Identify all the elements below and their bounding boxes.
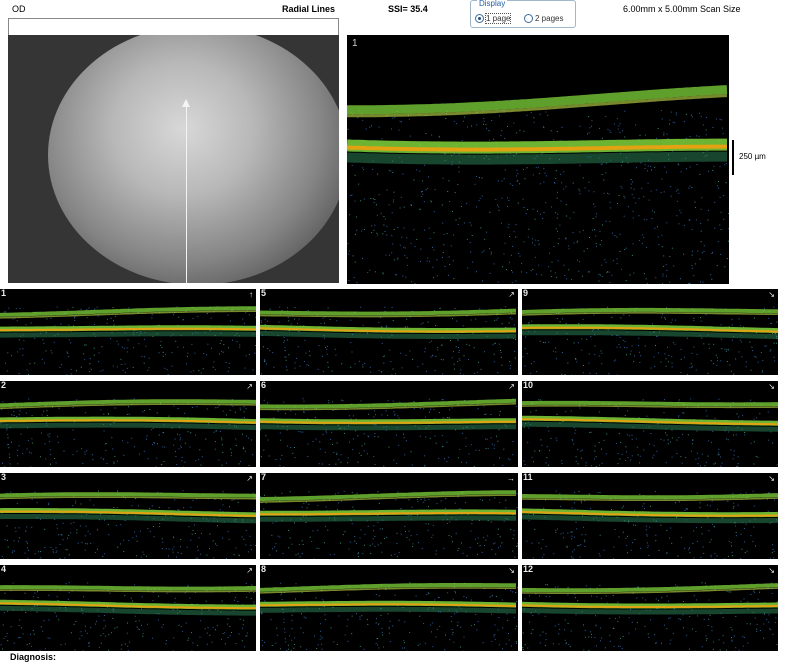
ssi-value: SSI= 35.4 xyxy=(388,4,428,14)
bscan-tile-number: 12 xyxy=(523,565,533,574)
bscan-tile-number: 4 xyxy=(1,565,6,574)
bscan-tile-number: 8 xyxy=(261,565,266,574)
bscan-tile-number: 7 xyxy=(261,473,266,482)
arrow-down-right-icon: ↘ xyxy=(508,566,515,575)
bscan-tile-11[interactable]: 11 ↘ xyxy=(522,473,778,559)
bscan-tile-number: 9 xyxy=(523,289,528,298)
bscan-tile-image xyxy=(260,289,518,375)
arrow-down-right-icon: ↘ xyxy=(768,290,775,299)
main-bscan[interactable]: 1 xyxy=(347,35,729,284)
bscan-tile-8[interactable]: 8↘ xyxy=(260,565,518,651)
bscan-tile-number: 1 xyxy=(1,289,6,298)
arrow-up-right-icon: ↗ xyxy=(508,290,515,299)
bscan-tile-image xyxy=(260,473,518,559)
bscan-tile-image xyxy=(522,381,778,467)
bscan-tile-image xyxy=(0,381,256,467)
bscan-tile-number: 5 xyxy=(261,289,266,298)
main-bscan-number: 1 xyxy=(352,38,358,49)
bscan-tile-number: 3 xyxy=(1,473,6,482)
bscan-tile-12[interactable]: 12 ↘ xyxy=(522,565,778,651)
bscan-tile-2[interactable]: 2↗ xyxy=(0,381,256,467)
bscan-tile-number: 6 xyxy=(261,381,266,390)
arrow-up-right-icon: ↗ xyxy=(246,382,253,391)
scan-direction-arrow-icon xyxy=(182,99,190,107)
arrow-down-right-icon: ↘ xyxy=(768,474,775,483)
bscan-tile-image xyxy=(0,289,256,375)
arrow-up-icon: ↑ xyxy=(249,290,253,299)
bscan-tile-6[interactable]: 6↗ xyxy=(260,381,518,467)
bscan-tile-1[interactable]: 1↑ xyxy=(0,289,256,375)
bscan-tile-image xyxy=(260,381,518,467)
fundus-image xyxy=(8,35,339,283)
arrow-down-right-icon: ↘ xyxy=(768,566,775,575)
bscan-tile-number: 11 xyxy=(523,473,533,482)
bscan-tile-10[interactable]: 10 ↘ xyxy=(522,381,778,467)
bscan-tile-number: 2 xyxy=(1,381,6,390)
bscan-tile-image xyxy=(522,473,778,559)
arrow-up-right-icon: ↗ xyxy=(246,566,253,575)
bscan-tile-image xyxy=(0,473,256,559)
radio-2-pages[interactable] xyxy=(524,14,533,23)
bscan-tile-image xyxy=(260,565,518,651)
scale-bar xyxy=(732,140,734,175)
bscan-tile-image xyxy=(522,289,778,375)
bscan-tile-7[interactable]: 7→ xyxy=(260,473,518,559)
bscan-tile-image xyxy=(522,565,778,651)
bscan-tile-4[interactable]: 4↗ xyxy=(0,565,256,651)
display-group: Display 1 page 2 pages xyxy=(470,0,576,28)
bscan-tile-3[interactable]: 3↗ xyxy=(0,473,256,559)
scan-size-label: 6.00mm x 5.00mm Scan Size xyxy=(623,4,741,14)
bscan-tile-number: 10 xyxy=(523,381,533,390)
bscan-tile-5[interactable]: 5↗ xyxy=(260,289,518,375)
diagnosis-label: Diagnosis: xyxy=(10,652,56,662)
arrow-up-right-icon: ↗ xyxy=(246,474,253,483)
radio-2-pages-label[interactable]: 2 pages xyxy=(535,14,563,23)
arrow-up-right-icon: ↗ xyxy=(508,382,515,391)
radio-1-page-label[interactable]: 1 page xyxy=(486,14,510,23)
scale-label: 250 µm xyxy=(739,152,766,161)
display-legend: Display xyxy=(477,0,507,8)
bscan-tile-9[interactable]: 9↘ xyxy=(522,289,778,375)
bscan-tile-image xyxy=(0,565,256,651)
protocol-title: Radial Lines xyxy=(282,4,335,14)
radio-1-page[interactable] xyxy=(475,14,484,23)
main-bscan-image xyxy=(347,35,729,284)
eye-label: OD xyxy=(12,4,26,14)
arrow-down-right-icon: ↘ xyxy=(768,382,775,391)
fundus-illumination xyxy=(48,35,339,283)
scan-line-indicator[interactable] xyxy=(186,105,187,283)
arrow-right-icon: → xyxy=(507,474,515,483)
fundus-frame xyxy=(8,18,339,35)
